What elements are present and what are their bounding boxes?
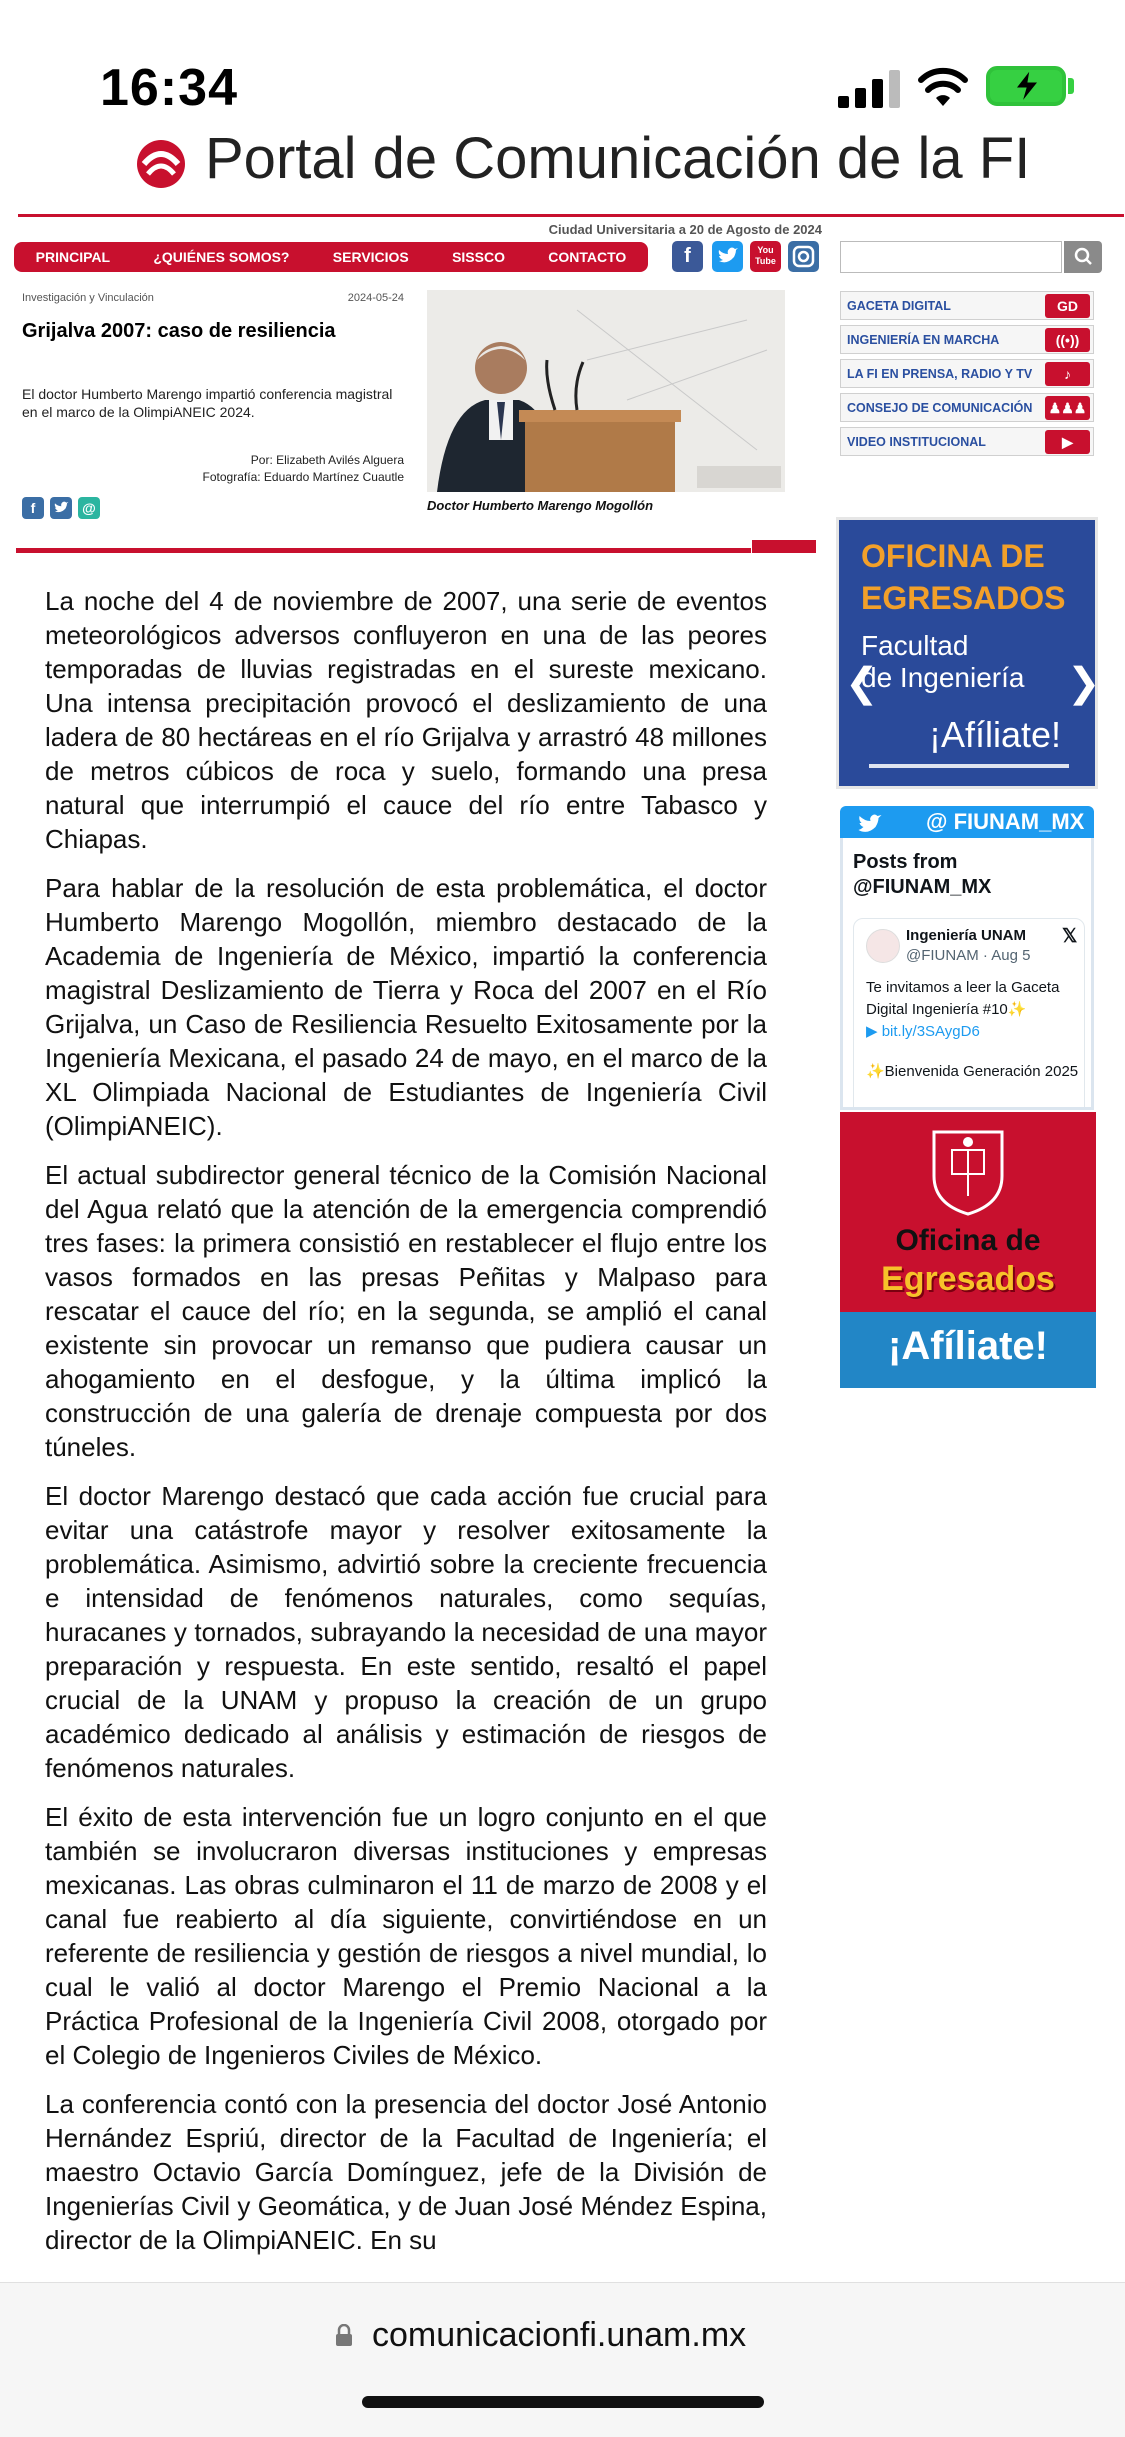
article-photo bbox=[427, 290, 785, 492]
banner-title-line2: EGRESADOS bbox=[861, 580, 1066, 616]
sidebar-link-ingenieria-en-marcha[interactable]: INGENIERÍA EN MARCHA ((•)) bbox=[840, 325, 1094, 354]
banner-subtitle-line2: de Ingeniería bbox=[861, 662, 1025, 693]
banner-cta: ¡Afíliate! bbox=[929, 714, 1062, 755]
article-paragraph: El éxito de esta intervención fue un log… bbox=[45, 1802, 767, 2070]
tweet-card[interactable]: Ingeniería UNAM 𝕏 @FIUNAM · Aug 5 Te inv… bbox=[853, 918, 1085, 1107]
facebook-icon[interactable]: f bbox=[672, 241, 703, 272]
article-paragraph: El actual subdirector general técnico de… bbox=[45, 1160, 767, 1462]
article-section[interactable]: Investigación y Vinculación bbox=[22, 292, 154, 304]
link-icon: ▶ bbox=[866, 1023, 882, 1040]
twitter-widget-header[interactable]: @ FIUNAM_MX bbox=[840, 806, 1094, 838]
twitter-posts-from: Posts from @FIUNAM_MX bbox=[853, 851, 992, 898]
video-play-icon: ▶ bbox=[1045, 430, 1090, 454]
cellular-signal-icon bbox=[838, 68, 900, 108]
home-indicator[interactable] bbox=[362, 2396, 764, 2408]
wifi-icon bbox=[918, 67, 968, 106]
article-date: 2024-05-24 bbox=[347, 292, 404, 304]
article-lead: El doctor Humberto Marengo impartió conf… bbox=[22, 386, 393, 420]
afiliate-banner-line1: Oficina de bbox=[895, 1224, 1041, 1257]
sidebar-link-label: VIDEO INSTITUCIONAL bbox=[847, 435, 986, 449]
header-rule bbox=[18, 214, 1124, 217]
chevron-right-icon[interactable]: ❯ bbox=[1067, 660, 1095, 706]
battery-cap bbox=[1068, 78, 1074, 94]
banner-title-line1: OFICINA DE bbox=[861, 538, 1045, 574]
browser-url[interactable]: comunicacionfi.unam.mx bbox=[372, 2316, 746, 2355]
search-input[interactable] bbox=[840, 241, 1062, 273]
sidebar-link-video-institucional[interactable]: VIDEO INSTITUCIONAL ▶ bbox=[840, 427, 1094, 456]
fi-logo-icon bbox=[137, 140, 185, 188]
content-fade bbox=[0, 2248, 1125, 2282]
tweet-account-name[interactable]: Ingeniería UNAM bbox=[906, 927, 1026, 944]
microphone-icon: ♪ bbox=[1045, 362, 1090, 386]
sidebar-link-label: INGENIERÍA EN MARCHA bbox=[847, 333, 1000, 347]
share-facebook-icon[interactable]: f bbox=[22, 497, 44, 519]
article-divider-tab bbox=[752, 540, 816, 553]
nav-item-servicios[interactable]: SERVICIOS bbox=[333, 249, 409, 265]
tweet-account-meta: @FIUNAM · Aug 5 bbox=[906, 947, 1031, 964]
unam-seal-icon bbox=[932, 1130, 1004, 1216]
article-paragraph: El doctor Marengo destacó que cada acció… bbox=[45, 1481, 767, 1783]
article-headline: Grijalva 2007: caso de resiliencia bbox=[22, 320, 336, 342]
afiliate-banner-line2: Egresados bbox=[881, 1260, 1055, 1298]
sidebar-link-label: LA FI EN PRENSA, RADIO Y TV bbox=[847, 367, 1033, 381]
nav-item-contacto[interactable]: CONTACTO bbox=[548, 249, 626, 265]
article-photo-credit: Fotografía: Eduardo Martínez Cuautle bbox=[202, 470, 404, 484]
sidebar-link-label: GACETA DIGITAL bbox=[847, 299, 951, 313]
tweet-link[interactable]: bit.ly/3SAygD6 bbox=[882, 1023, 980, 1040]
status-time: 16:34 bbox=[100, 59, 238, 117]
photo-caption: Doctor Humberto Marengo Mogollón bbox=[427, 498, 654, 513]
afiliate-banner[interactable]: Oficina de Egresados ¡Afíliate! bbox=[840, 1112, 1096, 1388]
article-body: La noche del 4 de noviembre de 2007, una… bbox=[45, 584, 767, 2272]
avatar[interactable] bbox=[866, 929, 900, 963]
gaceta-digital-icon: GD bbox=[1045, 294, 1090, 318]
egresados-banner[interactable]: OFICINA DE EGRESADOS Facultad de Ingenie… bbox=[839, 520, 1095, 786]
nav-item-quienes-somos[interactable]: ¿QUIÉNES SOMOS? bbox=[153, 249, 289, 265]
share-email-icon[interactable]: @ bbox=[78, 497, 100, 519]
sidebar-link-prensa-radio-tv[interactable]: LA FI EN PRENSA, RADIO Y TV ♪ bbox=[840, 359, 1094, 388]
dateline: Ciudad Universitaria a 20 de Agosto de 2… bbox=[548, 222, 822, 237]
twitter-widget-handle: @ FIUNAM_MX bbox=[926, 809, 1085, 834]
people-icon: ♟♟♟ bbox=[1045, 396, 1090, 420]
twitter-icon[interactable] bbox=[712, 241, 743, 272]
article-divider bbox=[16, 548, 751, 553]
afiliate-banner-cta: ¡Afíliate! bbox=[888, 1324, 1048, 1368]
lock-icon bbox=[336, 2324, 352, 2346]
banner-subtitle-line1: Facultad bbox=[861, 630, 969, 661]
broadcast-icon: ((•)) bbox=[1045, 328, 1090, 352]
article-byline: Por: Elizabeth Avilés Alguera Fotografía… bbox=[150, 452, 404, 486]
tweet-text-second: ✨Bienvenida Generación 2025 bbox=[866, 1063, 1079, 1080]
charging-bolt-icon bbox=[1014, 69, 1040, 103]
article-paragraph: Para hablar de la resolución de esta pro… bbox=[45, 873, 767, 1141]
sidebar-link-consejo-comunicacion[interactable]: CONSEJO DE COMUNICACIÓN ♟♟♟ bbox=[840, 393, 1094, 422]
twitter-timeline: Posts from @FIUNAM_MX Ingeniería UNAM 𝕏 … bbox=[840, 838, 1094, 1110]
search-button[interactable] bbox=[1064, 241, 1102, 273]
nav-item-principal[interactable]: PRINCIPAL bbox=[36, 249, 110, 265]
sidebar-link-gaceta-digital[interactable]: GACETA DIGITAL GD bbox=[840, 291, 1094, 320]
share-twitter-icon[interactable] bbox=[50, 497, 72, 519]
search-icon bbox=[1074, 247, 1092, 265]
nav-item-sissco[interactable]: SISSCO bbox=[452, 249, 505, 265]
main-nav: PRINCIPAL ¿QUIÉNES SOMOS? SERVICIOS SISS… bbox=[14, 242, 648, 272]
article-paragraph: La conferencia contó con la presencia de… bbox=[45, 2089, 767, 2255]
instagram-icon[interactable] bbox=[788, 241, 819, 272]
youtube-icon[interactable]: You Tube bbox=[750, 241, 781, 272]
x-logo-icon: 𝕏 bbox=[1062, 926, 1078, 947]
chevron-left-icon[interactable]: ❮ bbox=[845, 660, 879, 706]
sidebar-link-label: CONSEJO DE COMUNICACIÓN bbox=[847, 401, 1033, 415]
article-author: Por: Elizabeth Avilés Alguera bbox=[250, 453, 404, 467]
article-paragraph: La noche del 4 de noviembre de 2007, una… bbox=[45, 586, 767, 854]
tweet-text: Te invitamos a leer la Gaceta Digital In… bbox=[866, 977, 1080, 1043]
banner-underline bbox=[869, 764, 1069, 768]
tweet-text-body: Te invitamos a leer la Gaceta Digital In… bbox=[866, 979, 1060, 1018]
site-title: Portal de Comunicación de la FI bbox=[205, 126, 1031, 191]
browser-address-bar[interactable] bbox=[0, 2282, 1125, 2437]
